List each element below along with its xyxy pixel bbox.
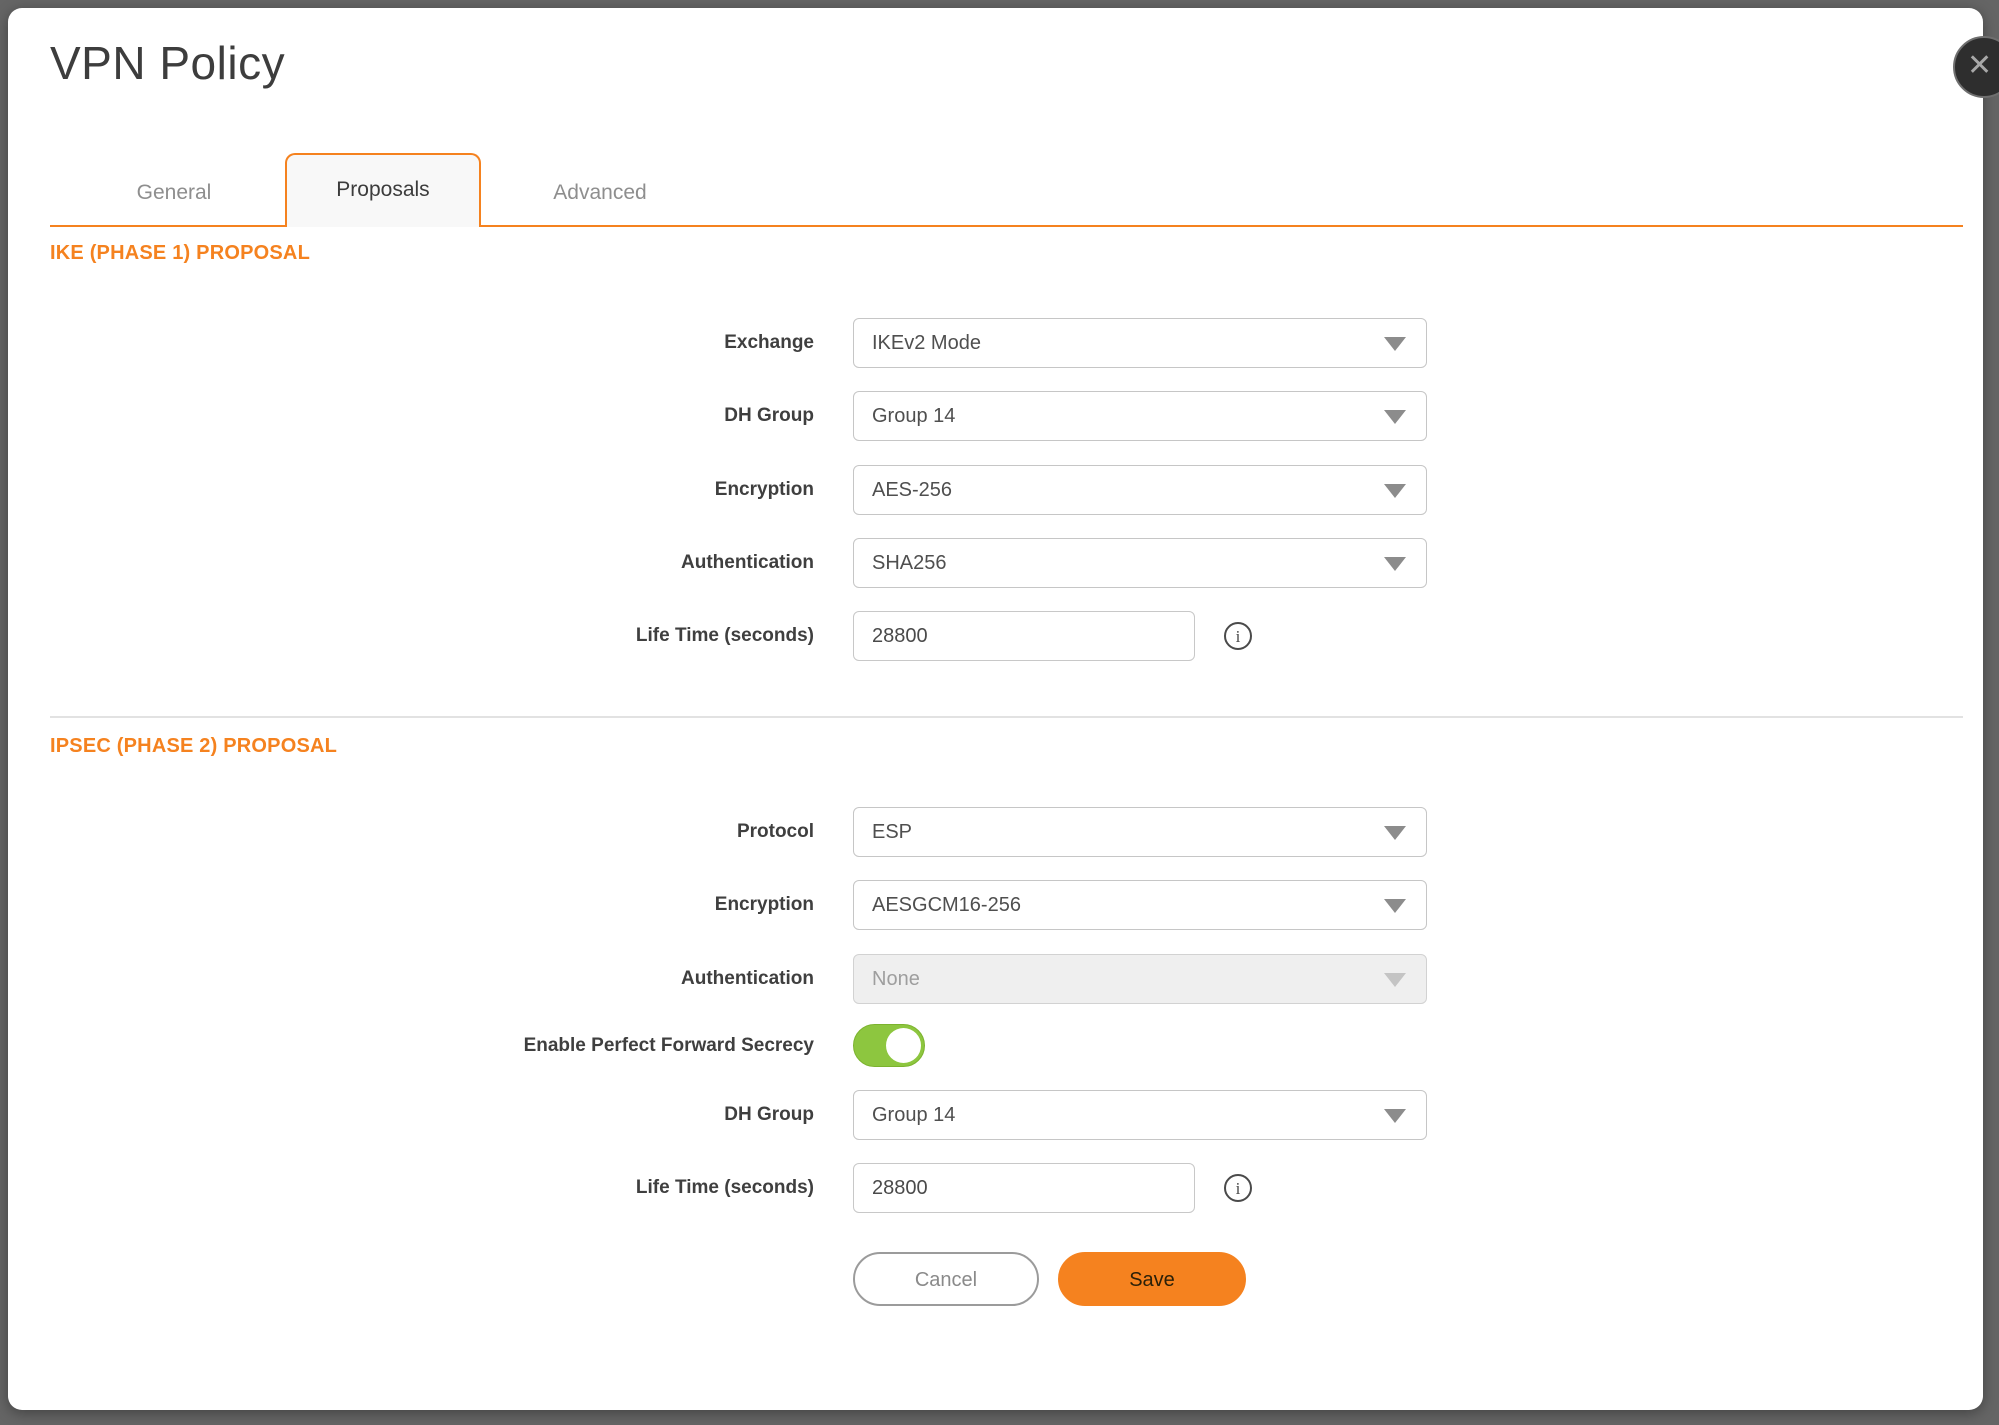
- chevron-down-icon: [1384, 826, 1406, 840]
- cancel-button[interactable]: Cancel: [853, 1252, 1039, 1306]
- chevron-down-icon: [1384, 557, 1406, 571]
- encryption-value: AES-256: [872, 466, 952, 514]
- protocol-label: Protocol: [8, 807, 814, 857]
- encryption-dropdown[interactable]: AES-256: [853, 465, 1427, 515]
- dh-group-value: Group 14: [872, 392, 955, 440]
- tab-advanced[interactable]: Advanced: [525, 163, 675, 223]
- info-icon[interactable]: i: [1224, 1174, 1252, 1202]
- chevron-down-icon: [1384, 1109, 1406, 1123]
- authentication-p2-label: Authentication: [8, 954, 814, 1004]
- field-row-pfs: Enable Perfect Forward Secrecy: [8, 1024, 1999, 1068]
- authentication-p2-value: None: [872, 955, 920, 1003]
- life-time-input[interactable]: [853, 611, 1195, 661]
- field-row-encryption: Encryption AES-256: [8, 465, 1999, 515]
- chevron-down-icon: [1384, 899, 1406, 913]
- field-row-life-time: Life Time (seconds) i: [8, 611, 1999, 661]
- field-row-life-time-p2: Life Time (seconds) i: [8, 1163, 1999, 1213]
- exchange-label: Exchange: [8, 318, 814, 368]
- chevron-down-icon: [1384, 973, 1406, 987]
- pfs-label: Enable Perfect Forward Secrecy: [8, 1024, 814, 1068]
- close-icon: ✕: [1967, 49, 1992, 82]
- field-row-encryption-p2: Encryption AESGCM16-256: [8, 880, 1999, 930]
- save-button[interactable]: Save: [1058, 1252, 1246, 1306]
- dh-group-p2-label: DH Group: [8, 1090, 814, 1140]
- dh-group-p2-dropdown[interactable]: Group 14: [853, 1090, 1427, 1140]
- life-time-p2-label: Life Time (seconds): [8, 1163, 814, 1213]
- encryption-p2-label: Encryption: [8, 880, 814, 930]
- info-icon[interactable]: i: [1224, 622, 1252, 650]
- dh-group-label: DH Group: [8, 391, 814, 441]
- protocol-value: ESP: [872, 808, 912, 856]
- toggle-knob: [886, 1028, 921, 1063]
- vpn-policy-modal: VPN Policy General Proposals Advanced IK…: [0, 0, 1999, 1425]
- page-title: VPN Policy: [50, 36, 285, 90]
- field-row-dh-group: DH Group Group 14: [8, 391, 1999, 441]
- dh-group-p2-value: Group 14: [872, 1091, 955, 1139]
- chevron-down-icon: [1384, 410, 1406, 424]
- chevron-down-icon: [1384, 337, 1406, 351]
- tab-general[interactable]: General: [99, 163, 249, 223]
- field-row-dh-group-p2: DH Group Group 14: [8, 1090, 1999, 1140]
- protocol-dropdown[interactable]: ESP: [853, 807, 1427, 857]
- tab-proposals[interactable]: Proposals: [285, 153, 481, 227]
- section-divider: [50, 716, 1963, 718]
- encryption-p2-dropdown[interactable]: AESGCM16-256: [853, 880, 1427, 930]
- encryption-label: Encryption: [8, 465, 814, 515]
- section-heading-ipsec-phase2: IPSEC (PHASE 2) PROPOSAL: [50, 735, 337, 758]
- life-time-p2-input[interactable]: [853, 1163, 1195, 1213]
- authentication-value: SHA256: [872, 539, 947, 587]
- authentication-dropdown[interactable]: SHA256: [853, 538, 1427, 588]
- exchange-value: IKEv2 Mode: [872, 319, 981, 367]
- authentication-label: Authentication: [8, 538, 814, 588]
- field-row-authentication-p2: Authentication None: [8, 954, 1999, 1004]
- section-heading-ike-phase1: IKE (PHASE 1) PROPOSAL: [50, 242, 310, 265]
- life-time-label: Life Time (seconds): [8, 611, 814, 661]
- field-row-authentication: Authentication SHA256: [8, 538, 1999, 588]
- authentication-p2-dropdown-disabled: None: [853, 954, 1427, 1004]
- chevron-down-icon: [1384, 484, 1406, 498]
- vpn-policy-dialog: VPN Policy General Proposals Advanced IK…: [8, 8, 1983, 1410]
- field-row-protocol: Protocol ESP: [8, 807, 1999, 857]
- field-row-exchange: Exchange IKEv2 Mode: [8, 318, 1999, 368]
- pfs-toggle-on[interactable]: [853, 1024, 925, 1067]
- encryption-p2-value: AESGCM16-256: [872, 881, 1021, 929]
- dh-group-dropdown[interactable]: Group 14: [853, 391, 1427, 441]
- exchange-dropdown[interactable]: IKEv2 Mode: [853, 318, 1427, 368]
